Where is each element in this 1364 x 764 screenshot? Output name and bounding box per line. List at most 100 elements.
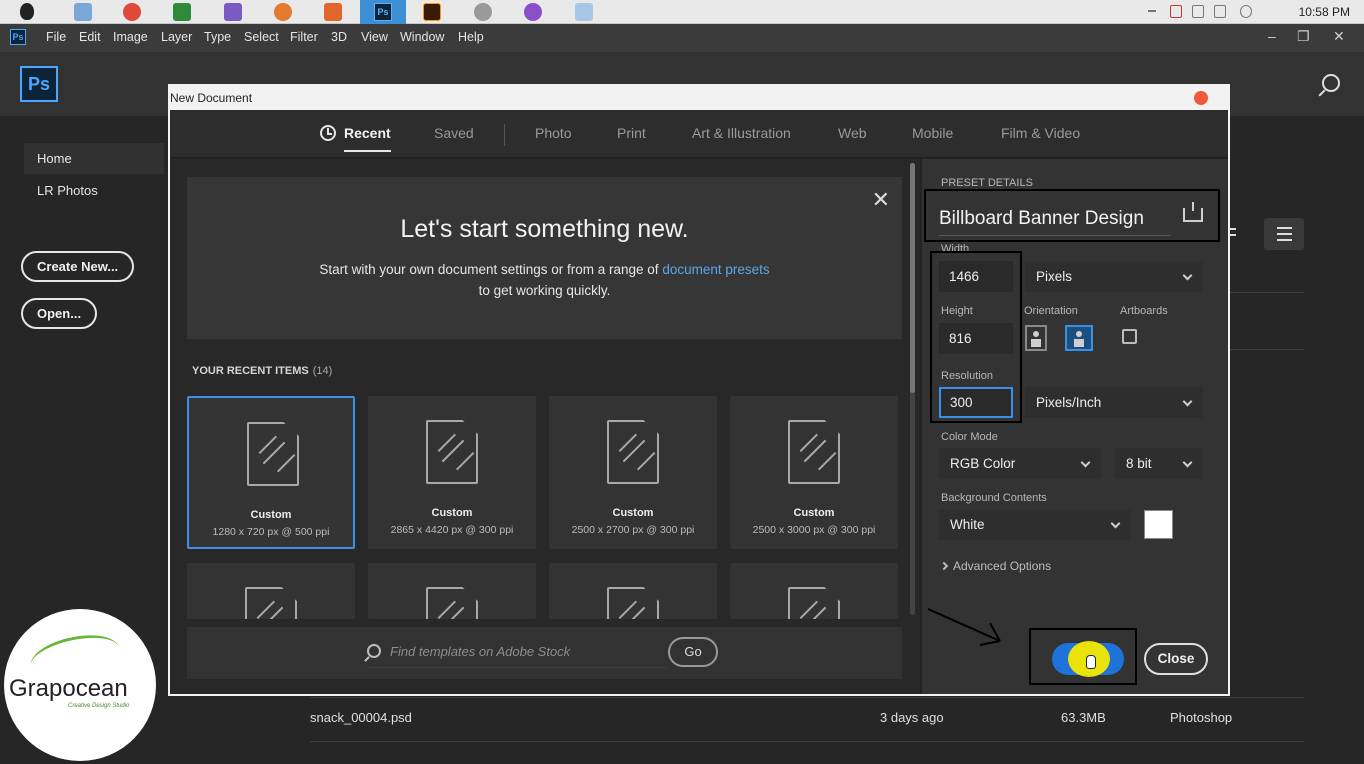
close-button[interactable]: Close	[1144, 643, 1208, 675]
volume-tray-icon[interactable]	[1240, 5, 1252, 18]
menu-file[interactable]: File	[46, 30, 66, 44]
utility-app-icon[interactable]	[474, 3, 492, 21]
window-close-button[interactable]: ✕	[1333, 28, 1345, 45]
chevron-down-icon	[1182, 270, 1193, 281]
width-unit-select[interactable]: Pixels	[1025, 261, 1203, 292]
tab-saved[interactable]: Saved	[434, 125, 474, 141]
list-view-button[interactable]	[1264, 218, 1304, 250]
file-name: snack_00004.psd	[310, 710, 412, 725]
recent-item-card[interactable]: Custom 2500 x 3000 px @ 300 ppi	[730, 396, 898, 549]
vs-app-icon[interactable]	[224, 3, 242, 21]
recent-item-card-partial[interactable]	[368, 563, 536, 619]
tab-film-video[interactable]: Film & Video	[1001, 125, 1080, 141]
menu-select[interactable]: Select	[244, 30, 279, 44]
office-app-icon[interactable]	[324, 3, 342, 21]
list-divider	[310, 697, 1304, 698]
annotation-box-create	[1029, 628, 1137, 685]
bit-depth-select[interactable]: 8 bit	[1115, 448, 1203, 479]
recent-pane: ✕ Let's start something new. Start with …	[170, 159, 920, 694]
minimize-button[interactable]: –	[1268, 28, 1276, 44]
tab-print[interactable]: Print	[617, 125, 646, 141]
tab-mobile[interactable]: Mobile	[912, 125, 953, 141]
grapocean-watermark: Grapocean Creative Design Studio	[4, 609, 156, 761]
tab-art-illustration[interactable]: Art & Illustration	[692, 125, 791, 141]
stock-search-input[interactable]: Find templates on Adobe Stock	[390, 644, 570, 659]
pdf-tray-icon[interactable]	[1170, 5, 1182, 18]
background-color-swatch[interactable]	[1144, 510, 1173, 539]
menu-edit[interactable]: Edit	[79, 30, 101, 44]
menu-help[interactable]: Help	[458, 30, 484, 44]
illustrator-app-icon[interactable]	[423, 3, 441, 21]
create-new-button[interactable]: Create New...	[21, 251, 135, 282]
excel-app-icon[interactable]	[173, 3, 191, 21]
recent-item-card-partial[interactable]	[549, 563, 717, 619]
recent-item-card-partial[interactable]	[187, 563, 355, 619]
tab-web[interactable]: Web	[838, 125, 867, 141]
annotation-arrow-icon	[927, 608, 1001, 646]
document-presets-link[interactable]: document presets	[662, 262, 769, 277]
welcome-subtitle-text: Start with your own document settings or…	[319, 262, 659, 277]
menu-filter[interactable]: Filter	[290, 30, 318, 44]
menu-window[interactable]: Window	[400, 30, 444, 44]
menu-type[interactable]: Type	[204, 30, 231, 44]
menu-image[interactable]: Image	[113, 30, 148, 44]
search-icon	[367, 644, 381, 658]
list-divider	[310, 741, 1304, 742]
recent-item-card[interactable]: Custom 2865 x 4420 px @ 300 ppi	[368, 396, 536, 549]
go-button[interactable]: Go	[668, 637, 718, 667]
finder-app-icon[interactable]	[74, 3, 92, 21]
color-mode-label: Color Mode	[941, 431, 998, 443]
recent-item-name: Custom	[793, 507, 835, 519]
open-button[interactable]: Open...	[21, 298, 98, 329]
search-icon[interactable]	[1322, 74, 1340, 92]
tray-icon[interactable]	[1148, 5, 1160, 18]
restore-button[interactable]: ❐	[1297, 28, 1310, 45]
recent-item-name: Custom	[431, 507, 473, 519]
annotation-box-preset-name	[924, 189, 1220, 242]
recent-scrollbar[interactable]	[910, 163, 915, 615]
orientation-label: Orientation	[1024, 305, 1078, 317]
document-icon	[247, 422, 299, 486]
firefox-app-icon[interactable]	[274, 3, 292, 21]
dialog-titlebar: New Document	[170, 86, 1228, 110]
recent-items-label: YOUR RECENT ITEMS	[192, 365, 309, 377]
music-app-icon[interactable]	[524, 3, 542, 21]
menu-3d[interactable]: 3D	[331, 30, 347, 44]
background-contents-label: Background Contents	[941, 492, 1047, 504]
close-icon[interactable]: ✕	[872, 187, 890, 213]
chevron-down-icon	[1080, 457, 1091, 468]
home-nav-home[interactable]: Home	[24, 143, 164, 174]
background-contents-select[interactable]: White	[939, 509, 1131, 540]
new-document-dialog: New Document Recent Saved Photo Print Ar…	[168, 84, 1230, 696]
display-tray-icon[interactable]	[1214, 5, 1226, 18]
recent-item-card-partial[interactable]	[730, 563, 898, 619]
background-contents-value: White	[950, 517, 985, 532]
scrollbar-thumb[interactable]	[910, 163, 915, 393]
color-mode-select[interactable]: RGB Color	[939, 448, 1101, 479]
tab-photo[interactable]: Photo	[535, 125, 572, 141]
landscape-orientation-icon[interactable]	[1065, 325, 1093, 351]
resolution-unit-select[interactable]: Pixels/Inch	[1025, 387, 1203, 418]
document-icon	[607, 587, 659, 619]
photoshop-app-icon-active[interactable]: Ps	[360, 0, 406, 24]
advanced-options-toggle[interactable]: Advanced Options	[939, 559, 1051, 573]
portrait-orientation-icon[interactable]	[1025, 325, 1047, 351]
chrome-app-icon[interactable]	[123, 3, 141, 21]
recent-item-card[interactable]: Custom 1280 x 720 px @ 500 ppi	[187, 396, 355, 549]
menu-layer[interactable]: Layer	[161, 30, 192, 44]
dialog-title: New Document	[170, 91, 253, 105]
notes-app-icon[interactable]	[575, 3, 593, 21]
artboards-checkbox[interactable]	[1122, 329, 1137, 344]
home-nav-lr-photos[interactable]: LR Photos	[24, 175, 111, 206]
drive-tray-icon[interactable]	[1192, 5, 1204, 18]
welcome-subtitle: Start with your own document settings or…	[187, 259, 902, 301]
tab-recent[interactable]: Recent	[320, 125, 391, 152]
watermark-subtitle: Creative Design Studio	[68, 703, 130, 709]
system-clock: 10:58 PM	[1298, 5, 1350, 19]
menu-view[interactable]: View	[361, 30, 388, 44]
dialog-close-dot-icon[interactable]	[1194, 91, 1208, 105]
recent-item-card[interactable]: Custom 2500 x 2700 px @ 300 ppi	[549, 396, 717, 549]
width-unit-value: Pixels	[1036, 269, 1073, 284]
document-icon	[426, 420, 478, 484]
apple-icon[interactable]	[20, 3, 34, 20]
